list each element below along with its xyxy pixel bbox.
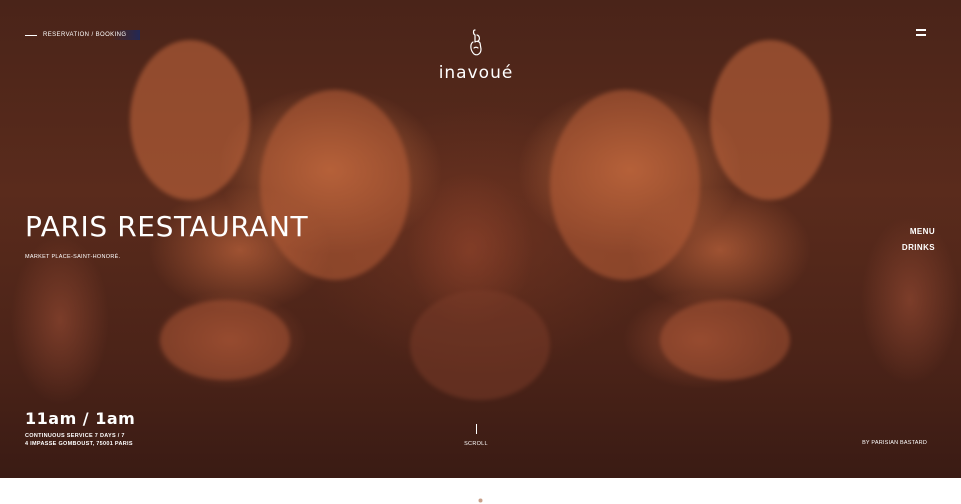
nav-line-decoration	[25, 34, 37, 36]
location-subtitle: MARKET PLACE-SAINT-HONORÉ.	[25, 254, 121, 260]
flower-petal	[160, 300, 290, 380]
flower-petal	[130, 40, 250, 200]
address-text: 4 IMPASSE GOMBOUST, 75001 PARIS	[25, 441, 133, 447]
finger-on-lips-icon	[470, 29, 482, 56]
credit-link[interactable]: BY PARISIAN BASTARD	[862, 440, 927, 446]
drinks-link[interactable]: DRINKS	[902, 243, 935, 252]
opening-hours: 11am / 1am	[25, 409, 136, 428]
flower-petal	[260, 90, 410, 280]
flower-petal	[660, 300, 790, 380]
hamburger-menu-icon[interactable]	[916, 29, 926, 37]
service-info: CONTINUOUS SERVICE 7 DAYS / 7 4 IMPASSE …	[25, 432, 133, 448]
service-text: CONTINUOUS SERVICE 7 DAYS / 7	[25, 433, 125, 439]
flower-petal	[550, 90, 700, 280]
side-nav: MENU DRINKS	[902, 227, 935, 259]
footer-logo-icon	[478, 498, 483, 503]
booking-nav: RESERVATION / BOOKING	[25, 30, 141, 40]
scroll-label: SCROLL	[464, 441, 488, 447]
scroll-indicator[interactable]: SCROLL	[462, 424, 490, 447]
page-title: PARIS RESTAURANT	[25, 210, 309, 243]
flower-petal	[410, 290, 550, 400]
flower-petal	[710, 40, 830, 200]
scroll-line-icon	[475, 424, 477, 434]
site-logo[interactable]: inavoué	[436, 28, 516, 82]
menu-link[interactable]: MENU	[902, 227, 935, 236]
logo-wordmark: inavoué	[438, 63, 514, 83]
reservation-booking-link[interactable]: RESERVATION / BOOKING	[43, 30, 141, 40]
